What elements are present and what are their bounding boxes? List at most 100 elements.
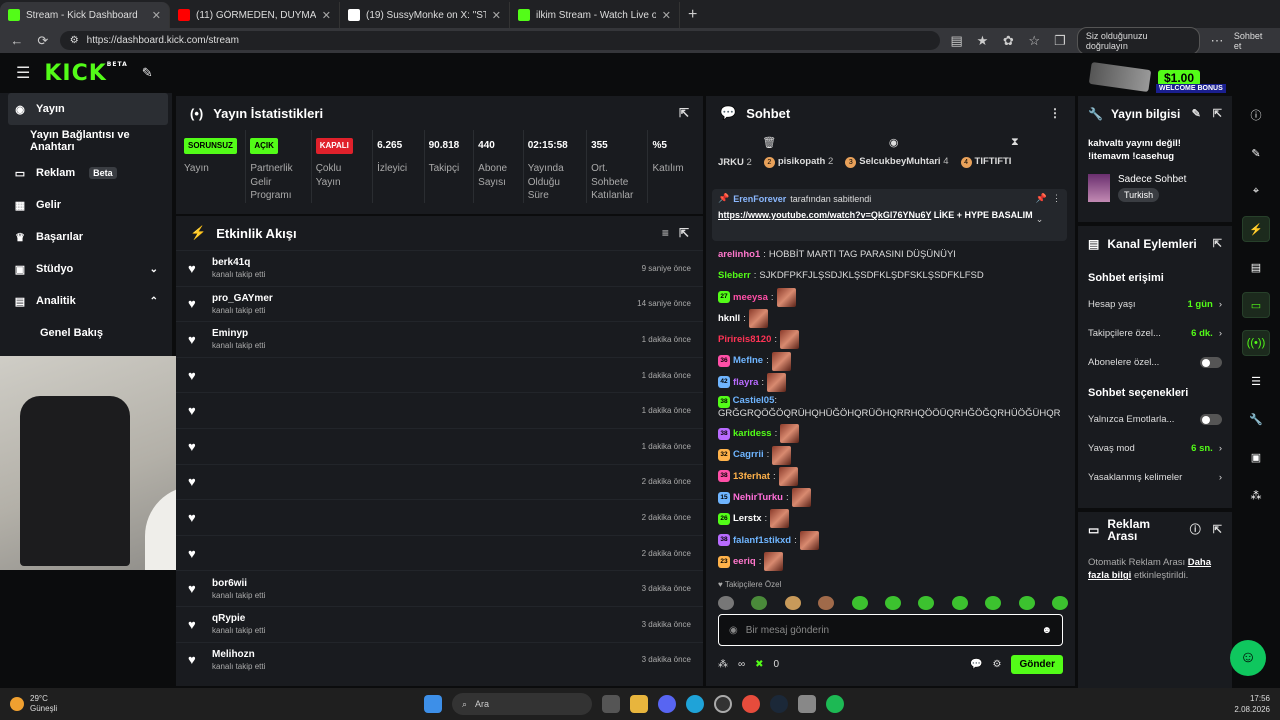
popout-icon[interactable]: ⇱	[1213, 108, 1222, 120]
activity-user[interactable]: bor6wii	[212, 578, 265, 589]
chat-username[interactable]: karidess	[733, 423, 772, 444]
kick-points-icon[interactable]: ⁂	[718, 659, 728, 670]
spotify-icon[interactable]	[826, 695, 844, 713]
activity-row[interactable]: ♥ bor6wii kanalı takip etti 3 dakika önce	[176, 570, 703, 606]
activity-row[interactable]: ♥ Eminyp kanalı takip etti 1 dakika önce	[176, 321, 703, 357]
chat-message[interactable]: arelinho1: HOBBİT MARTI TAG PARASINI DÜŞ…	[718, 244, 1068, 265]
info-icon[interactable]: ⓘ	[1242, 102, 1270, 128]
chat-username[interactable]: hknll	[718, 308, 740, 329]
popout-icon[interactable]: ⇱	[679, 226, 689, 240]
emote-icon[interactable]	[784, 596, 801, 610]
weather-widget[interactable]: 29°C Güneşli	[10, 694, 57, 713]
chat-username[interactable]: Pirireis8120	[718, 329, 771, 350]
tab-close-icon[interactable]: ✕	[322, 9, 331, 22]
chat-username[interactable]: eeriq	[733, 551, 756, 572]
language-tag[interactable]: Turkish	[1118, 187, 1160, 202]
chat-message[interactable]: 26 Lerstx:	[718, 508, 1068, 529]
extensions-icon[interactable]: ✿	[999, 33, 1017, 49]
users-icon[interactable]: ⁂	[1242, 482, 1270, 508]
sidebar-item[interactable]: ▦ Gelir	[0, 189, 172, 221]
top-supporter[interactable]: 3 SelcukbeyMuhtari 4	[845, 156, 949, 168]
category-name[interactable]: Sadece Sohbet	[1118, 174, 1186, 185]
reload-icon[interactable]: ⟳	[34, 33, 52, 49]
popout-icon[interactable]: ⇱	[679, 106, 689, 120]
chat-message[interactable]: 38 Castiel05: GRĞGRQÖĞÖQRÜHQHÜĞÖHQRÜÖHQR…	[718, 393, 1068, 423]
activity-row[interactable]: ♥ 1 dakika önce	[176, 392, 703, 428]
chat-message[interactable]: 32 Cagrrii:	[718, 444, 1068, 465]
site-info-icon[interactable]: ⚙	[70, 35, 79, 46]
activity-user[interactable]: pro_GAYmer	[212, 293, 273, 304]
pinned-link[interactable]: https://www.youtube.com/watch?v=QkGl76YN…	[718, 210, 931, 220]
chat-username[interactable]: 13ferhat	[733, 466, 770, 487]
toggle-switch[interactable]	[1200, 414, 1222, 425]
activity-row[interactable]: ♥ berk41q kanalı takip etti 9 saniye önce	[176, 250, 703, 286]
taskbar-search[interactable]: ⌕ Ara	[452, 693, 592, 715]
activity-row[interactable]: ♥ 2 dakika önce	[176, 463, 703, 500]
discord-icon[interactable]	[658, 695, 676, 713]
chat-message[interactable]: 23 eeriq:	[718, 551, 1068, 572]
chat-message[interactable]: Pirireis8120:	[718, 329, 1068, 350]
activity-row[interactable]: ♥ 1 dakika önce	[176, 356, 703, 393]
sidebar-item[interactable]: ▤ Analitik ⌃	[0, 285, 172, 317]
activity-row[interactable]: ♥ qRypie kanalı takip etti 3 dakika önce	[176, 605, 703, 642]
activity-user[interactable]: berk41q	[212, 257, 265, 268]
new-tab-icon[interactable]: +	[680, 6, 705, 28]
chat-message[interactable]: 36 Meflne:	[718, 350, 1068, 371]
browser-tab[interactable]: Stream - Kick Dashboard ✕	[0, 2, 170, 28]
chevron-up-icon[interactable]: ⌃	[150, 296, 158, 307]
activity-row[interactable]: ♥ 2 dakika önce	[176, 499, 703, 535]
tab-close-icon[interactable]: ✕	[152, 9, 161, 22]
more-menu-icon[interactable]: ⋯	[1208, 33, 1226, 49]
emote-icon[interactable]	[1018, 596, 1035, 610]
emote-icon[interactable]	[818, 596, 835, 610]
emote-icon[interactable]	[884, 596, 901, 610]
popout-icon[interactable]: ⇱	[1213, 524, 1222, 536]
copilot-chat-button[interactable]: Sohbet et	[1234, 31, 1272, 51]
chat-username[interactable]: Lerstx	[733, 508, 762, 529]
chat-message[interactable]: 27 meeysa:	[718, 287, 1068, 308]
kick-logo[interactable]: KICKBETA	[44, 61, 127, 86]
chevron-down-icon[interactable]: ⌄	[1036, 214, 1044, 224]
emote-icon[interactable]	[918, 596, 935, 610]
top-supporter[interactable]: JRKU 2	[718, 157, 752, 168]
setting-row[interactable]: Abonelere özel...	[1078, 348, 1232, 377]
chat-username[interactable]: NehirTurku	[733, 487, 783, 508]
activity-row[interactable]: ♥ pro_GAYmer kanalı takip etti 14 saniye ön…	[176, 285, 703, 322]
chat-bubble-icon[interactable]: ◉	[889, 136, 899, 149]
task-view-icon[interactable]	[602, 695, 620, 713]
chat-users-icon[interactable]: 💬	[970, 659, 982, 670]
favorites-icon[interactable]: ☆	[1025, 33, 1043, 49]
emote-icon[interactable]	[851, 596, 868, 610]
system-clock[interactable]: 17:56 2.08.2026	[1234, 693, 1270, 715]
emote-icon[interactable]	[751, 596, 768, 610]
reader-icon[interactable]: ▤	[948, 33, 966, 49]
send-button[interactable]: Gönder	[1011, 654, 1063, 674]
activity-user[interactable]: Melihozn	[212, 649, 265, 660]
emote-icon[interactable]	[718, 596, 734, 610]
setting-row[interactable]: Yasaklanmış kelimeler ›	[1078, 463, 1232, 492]
bolt-icon[interactable]: ⚡	[1242, 216, 1270, 242]
emote-icon[interactable]	[951, 596, 968, 610]
chat-message[interactable]: 38 13ferhat:	[718, 466, 1068, 487]
stats-icon[interactable]: ☰	[1242, 368, 1270, 394]
app-icon[interactable]	[798, 695, 816, 713]
edit-icon[interactable]: ✎	[1192, 108, 1201, 120]
chat-message[interactable]: 38 karidess:	[718, 423, 1068, 444]
top-supporter[interactable]: 4 TIFTIFTI	[960, 156, 1011, 168]
trash-icon[interactable]: 🗑	[762, 136, 776, 149]
chat-message[interactable]: 38 falanf1stikxd:	[718, 530, 1068, 551]
obs-icon[interactable]	[714, 695, 732, 713]
menu-icon[interactable]: ☰	[16, 63, 30, 83]
broadcast-icon[interactable]: ((•))	[1242, 330, 1270, 356]
document-icon[interactable]: ▤	[1242, 254, 1270, 280]
browser-tab[interactable]: (11) GÖRMEDEN, DUYMADAN VE ✕	[170, 2, 340, 28]
back-icon[interactable]: ←	[8, 33, 26, 48]
popout-icon[interactable]: ⇱	[1213, 238, 1222, 250]
sidebar-item[interactable]: Yayın Bağlantısı ve Anahtarı	[0, 125, 172, 157]
activity-user[interactable]: qRypie	[212, 613, 265, 624]
chevron-down-icon[interactable]: ⌄	[150, 264, 158, 275]
chat-message[interactable]: Sleberr: SJKDFPKFJLŞSDJKLŞSDFKLŞDFSKLŞSD…	[718, 265, 1068, 286]
tab-close-icon[interactable]: ✕	[662, 9, 671, 22]
setting-row[interactable]: Hesap yaşı 1 gün ›	[1078, 290, 1232, 319]
setting-row[interactable]: Takipçilere özel... 6 dk. ›	[1078, 319, 1232, 348]
